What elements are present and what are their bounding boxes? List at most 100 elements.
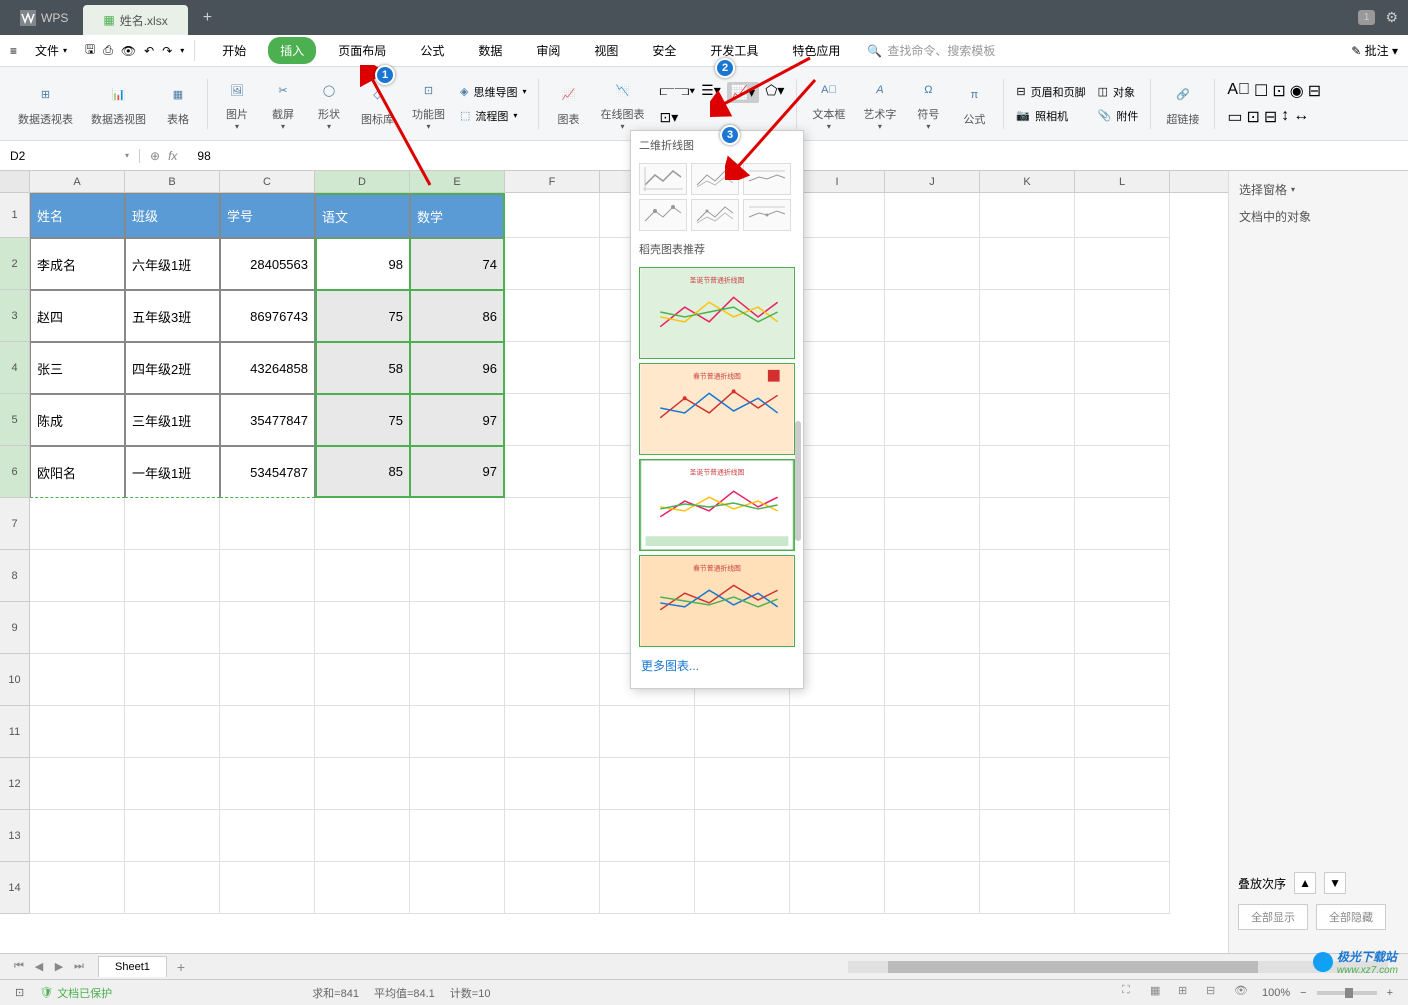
- cell[interactable]: [980, 602, 1075, 654]
- form-control-icon[interactable]: ▭: [1227, 107, 1242, 127]
- stacked-line-chart-type[interactable]: [691, 163, 739, 195]
- cell[interactable]: [1075, 238, 1170, 290]
- cell[interactable]: [600, 810, 695, 862]
- row-header[interactable]: 10: [0, 654, 30, 706]
- menu-icon[interactable]: ≡: [10, 44, 17, 58]
- cell[interactable]: 74: [410, 238, 505, 290]
- cell[interactable]: [790, 446, 885, 498]
- tab-review[interactable]: 审阅: [524, 37, 572, 64]
- cell[interactable]: [30, 602, 125, 654]
- tab-start[interactable]: 开始: [210, 37, 258, 64]
- cell[interactable]: [410, 862, 505, 914]
- tab-special[interactable]: 特色应用: [780, 37, 852, 64]
- header-footer-button[interactable]: ⊟页眉和页脚: [1011, 81, 1090, 103]
- row-header[interactable]: 11: [0, 706, 30, 758]
- cell[interactable]: [505, 193, 600, 238]
- cell[interactable]: [125, 810, 220, 862]
- cell[interactable]: 李成名: [30, 238, 125, 290]
- cell[interactable]: [315, 550, 410, 602]
- dropdown-scrollbar[interactable]: [795, 421, 801, 541]
- redo-icon[interactable]: ↷: [162, 44, 172, 58]
- cell[interactable]: 28405563: [220, 238, 315, 290]
- col-header[interactable]: D: [315, 171, 410, 192]
- row-header[interactable]: 6: [0, 446, 30, 498]
- cell[interactable]: [505, 342, 600, 394]
- shapes-button[interactable]: ◯形状▾: [307, 71, 351, 136]
- bar-chart-icon[interactable]: ☰▾: [701, 82, 721, 103]
- zoom-slider[interactable]: [1317, 991, 1377, 995]
- marker-line-chart-type[interactable]: [639, 199, 687, 231]
- cellref-input[interactable]: D2 ▾: [0, 149, 140, 163]
- form-control-icon[interactable]: ↔: [1293, 107, 1309, 127]
- cell[interactable]: [505, 862, 600, 914]
- col-header[interactable]: K: [980, 171, 1075, 192]
- cell[interactable]: [1075, 342, 1170, 394]
- form-control-icon[interactable]: ↕: [1281, 107, 1289, 127]
- cell[interactable]: [125, 550, 220, 602]
- save-icon[interactable]: 🖫: [85, 40, 95, 61]
- print-icon[interactable]: ⎙: [103, 43, 113, 58]
- reading-view-icon[interactable]: 👁: [1234, 984, 1252, 1002]
- formula-button[interactable]: π公式: [952, 76, 996, 132]
- tab-data[interactable]: 数据: [466, 37, 514, 64]
- cell[interactable]: [980, 810, 1075, 862]
- cell[interactable]: [885, 446, 980, 498]
- annotate-button[interactable]: ✎ 批注 ▾: [1351, 42, 1398, 59]
- more-charts-link[interactable]: 更多图表...: [631, 651, 803, 680]
- cell[interactable]: [505, 238, 600, 290]
- normal-view-icon[interactable]: ▦: [1150, 984, 1168, 1002]
- cell[interactable]: [1075, 654, 1170, 706]
- cell[interactable]: [505, 550, 600, 602]
- cell[interactable]: [790, 394, 885, 446]
- attachment-button[interactable]: 📎附件: [1093, 105, 1144, 127]
- line-chart-type[interactable]: [639, 163, 687, 195]
- cell[interactable]: [980, 862, 1075, 914]
- picture-button[interactable]: 🖼图片▾: [215, 71, 259, 136]
- tab-insert[interactable]: 插入: [268, 37, 316, 64]
- cell[interactable]: 陈成: [30, 394, 125, 446]
- print-preview-icon[interactable]: 👁: [121, 44, 136, 58]
- cell[interactable]: [885, 758, 980, 810]
- cell[interactable]: [125, 654, 220, 706]
- cell[interactable]: [600, 706, 695, 758]
- cell[interactable]: [980, 706, 1075, 758]
- chart-template[interactable]: 圣诞节普通折线图: [639, 267, 795, 359]
- camera-button[interactable]: 📷照相机: [1011, 105, 1090, 127]
- cell[interactable]: [885, 193, 980, 238]
- cell[interactable]: 一年级1班: [125, 446, 220, 498]
- cell[interactable]: 85: [315, 446, 410, 498]
- cell[interactable]: 班级: [125, 193, 220, 238]
- cell[interactable]: [885, 394, 980, 446]
- move-down-button[interactable]: ▼: [1324, 872, 1346, 894]
- cell[interactable]: [220, 862, 315, 914]
- cell[interactable]: [220, 602, 315, 654]
- cell[interactable]: [220, 654, 315, 706]
- cell[interactable]: [1075, 193, 1170, 238]
- cell[interactable]: [30, 550, 125, 602]
- textbox-button[interactable]: A⃞文本框▾: [804, 71, 853, 136]
- col-header[interactable]: B: [125, 171, 220, 192]
- cell[interactable]: 43264858: [220, 342, 315, 394]
- row-header[interactable]: 13: [0, 810, 30, 862]
- cell[interactable]: 75: [315, 394, 410, 446]
- page-layout-icon[interactable]: ⊞: [1178, 984, 1196, 1002]
- hide-all-button[interactable]: 全部隐藏: [1316, 904, 1386, 930]
- page-break-icon[interactable]: ⊟: [1206, 984, 1224, 1002]
- chart-template[interactable]: 春节普通折线图: [639, 555, 795, 647]
- cell[interactable]: 58: [315, 342, 410, 394]
- window-settings-icon[interactable]: ⚙: [1385, 9, 1398, 26]
- cell[interactable]: [220, 550, 315, 602]
- cell[interactable]: [885, 290, 980, 342]
- cell[interactable]: 欧阳名: [30, 446, 125, 498]
- row-header[interactable]: 14: [0, 862, 30, 914]
- tab-security[interactable]: 安全: [640, 37, 688, 64]
- col-header[interactable]: F: [505, 171, 600, 192]
- cell[interactable]: [600, 758, 695, 810]
- col-header[interactable]: I: [790, 171, 885, 192]
- smart-chart-button[interactable]: ⊡功能图▾: [404, 71, 453, 136]
- search-box[interactable]: 🔍 查找命令、搜索模板: [867, 42, 995, 59]
- cell[interactable]: [695, 758, 790, 810]
- line-chart-icon[interactable]: 📈▾: [727, 82, 759, 103]
- zoom-icon[interactable]: ⊕: [150, 149, 160, 163]
- form-control-icon[interactable]: ⊡: [1246, 107, 1259, 127]
